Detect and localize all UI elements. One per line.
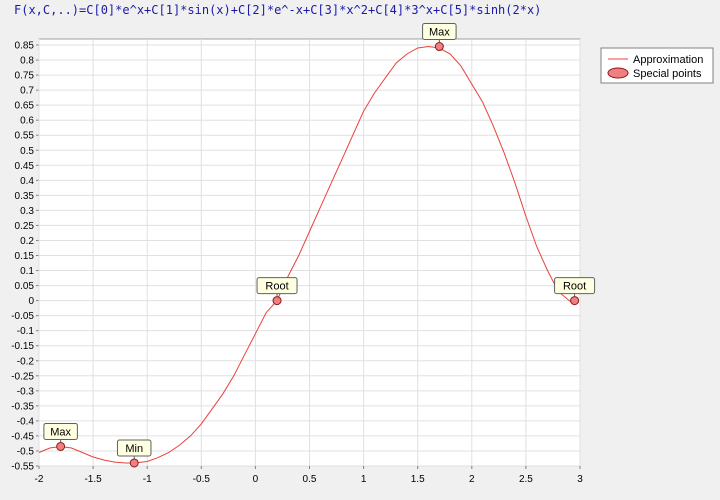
y-tick-label: 0.3	[20, 206, 34, 217]
special-point	[272, 296, 282, 306]
legend: Approximation Special points	[600, 47, 714, 84]
y-tick-label: 0.35	[15, 191, 35, 202]
legend-label-special-points: Special points	[633, 68, 702, 80]
chart: 0.85 0.8 0.75 0.7 0.65 0.6 0.55 0.5 0.45 0.4 0.35 0…	[11, 23, 714, 485]
y-tick-label: 0	[28, 296, 34, 307]
y-tick-label: 0.2	[20, 236, 34, 247]
y-tick-label: 0.6	[20, 116, 34, 127]
y-tick-label: -0.1	[17, 326, 35, 337]
x-tick-label: -1.5	[84, 474, 102, 485]
x-tick-label: 2.5	[519, 474, 533, 485]
annotation-label: Min	[125, 443, 143, 455]
special-point	[434, 42, 444, 52]
y-tick-label: 0.15	[15, 251, 35, 262]
special-point	[129, 458, 139, 468]
y-tick-label: -0.5	[17, 446, 35, 457]
y-tick-label: -0.35	[11, 401, 34, 412]
y-tick-label: 0.8	[20, 56, 34, 67]
y-tick-label: 0.7	[20, 86, 34, 97]
annotation-label: Max	[50, 426, 71, 438]
y-tick-label: 0.5	[20, 146, 34, 157]
annotation-label: Max	[429, 27, 450, 39]
x-tick-label: 1.5	[411, 474, 425, 485]
y-tick-label: 0.55	[15, 131, 35, 142]
y-tick-label: -0.15	[11, 341, 34, 352]
x-tick-label: -2	[35, 474, 44, 485]
x-tick-label: 0	[253, 474, 259, 485]
y-tick-label: 0.65	[15, 101, 35, 112]
y-tick-label: -0.4	[17, 416, 35, 427]
y-tick-label: 0.45	[15, 161, 35, 172]
y-tick-label: 0.75	[15, 71, 35, 82]
special-point	[570, 296, 580, 306]
y-tick-label: 0.05	[15, 281, 35, 292]
annotation-label: Root	[563, 281, 586, 293]
x-tick-label: -1	[143, 474, 152, 485]
x-tick-label: 1	[361, 474, 367, 485]
legend-point-swatch	[607, 67, 629, 79]
y-tick-label: -0.45	[11, 431, 34, 442]
annotation-label: Root	[265, 281, 288, 293]
y-tick-label: 0.1	[20, 266, 34, 277]
y-tick-label: -0.3	[17, 386, 35, 397]
y-tick-label: -0.25	[11, 371, 34, 382]
legend-label-approximation: Approximation	[633, 54, 703, 66]
x-tick-label: 2	[469, 474, 475, 485]
y-tick-label: -0.05	[11, 311, 34, 322]
y-tick-label: -0.2	[17, 356, 35, 367]
y-tick-label: -0.55	[11, 462, 34, 473]
x-tick-label: 3	[577, 474, 583, 485]
x-tick-label: 0.5	[303, 474, 317, 485]
y-tick-label: 0.85	[15, 41, 35, 52]
special-point	[56, 441, 66, 451]
y-tick-label: 0.25	[15, 221, 35, 232]
x-tick-label: -0.5	[193, 474, 211, 485]
y-tick-label: 0.4	[20, 176, 34, 187]
